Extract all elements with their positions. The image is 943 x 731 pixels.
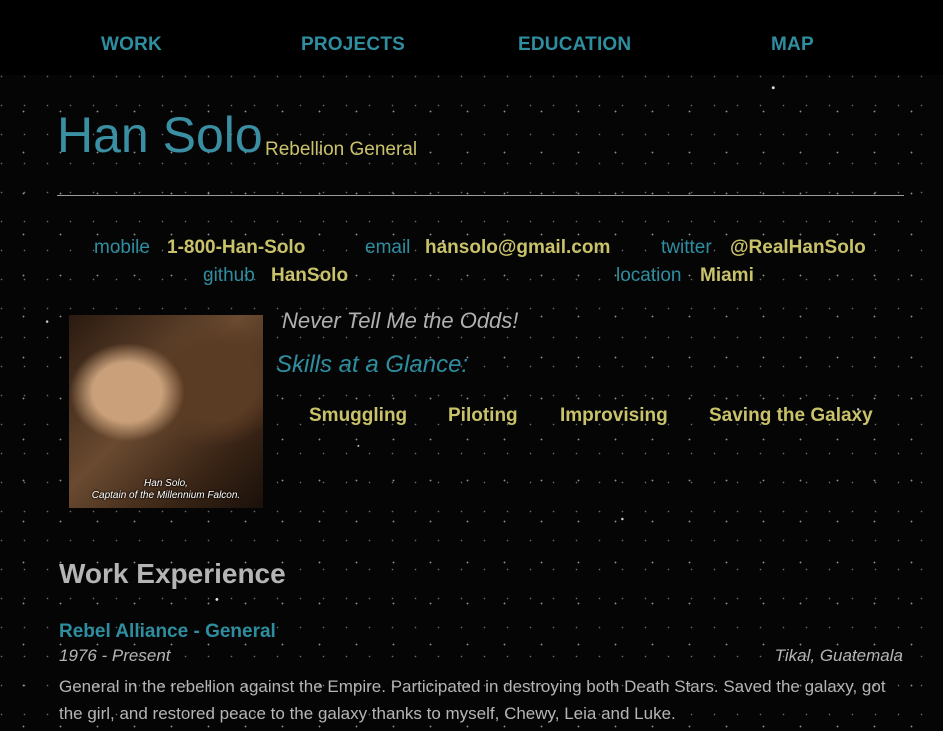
work-experience-heading: Work Experience [59, 558, 286, 589]
bio-photo-caption: Han Solo, Captain of the Millennium Falc… [69, 478, 263, 502]
nav-link-education[interactable]: EDUCATION [518, 34, 631, 56]
nav-link-work[interactable]: WORK [101, 34, 162, 56]
email-value[interactable]: hansolo@gmail.com [425, 237, 610, 259]
welcome-message: Never Tell Me the Odds! [282, 308, 519, 333]
twitter-label: twitter [661, 237, 712, 258]
mobile-label: mobile [94, 237, 150, 258]
nav-link-map[interactable]: MAP [771, 34, 814, 56]
skills-heading: Skills at a Glance: [276, 351, 469, 378]
location-value: Miami [700, 265, 754, 286]
email-label: email [365, 237, 411, 258]
location-label: location [616, 265, 682, 286]
twitter-value[interactable]: @RealHanSolo [730, 237, 866, 259]
mobile-value: 1-800-Han-Solo [167, 237, 306, 258]
header-divider [57, 195, 904, 196]
skill-item: Piloting [448, 405, 518, 426]
job-description: General in the rebellion against the Emp… [59, 677, 886, 723]
nav-link-projects[interactable]: PROJECTS [301, 34, 405, 56]
bio-photo: Han Solo, Captain of the Millennium Falc… [69, 315, 263, 508]
job-dates: 1976 - Present [59, 646, 171, 665]
profile-role: Rebellion General [265, 139, 418, 160]
github-label: github [203, 265, 255, 286]
job-location: Tikal, Guatemala [774, 646, 903, 665]
skill-item: Saving the Galaxy [709, 405, 873, 426]
skill-item: Improvising [560, 405, 668, 426]
top-nav: WORK PROJECTS EDUCATION MAP [0, 0, 943, 75]
profile-name: Han Solo [57, 107, 263, 163]
job-title-link[interactable]: Rebel Alliance - General [59, 621, 276, 643]
github-value[interactable]: HanSolo [271, 265, 348, 287]
bio-photo-caption-line-1: Han Solo, [144, 478, 188, 489]
skill-item: Smuggling [309, 405, 408, 426]
bio-photo-caption-line-2: Captain of the Millennium Falcon. [91, 490, 241, 501]
